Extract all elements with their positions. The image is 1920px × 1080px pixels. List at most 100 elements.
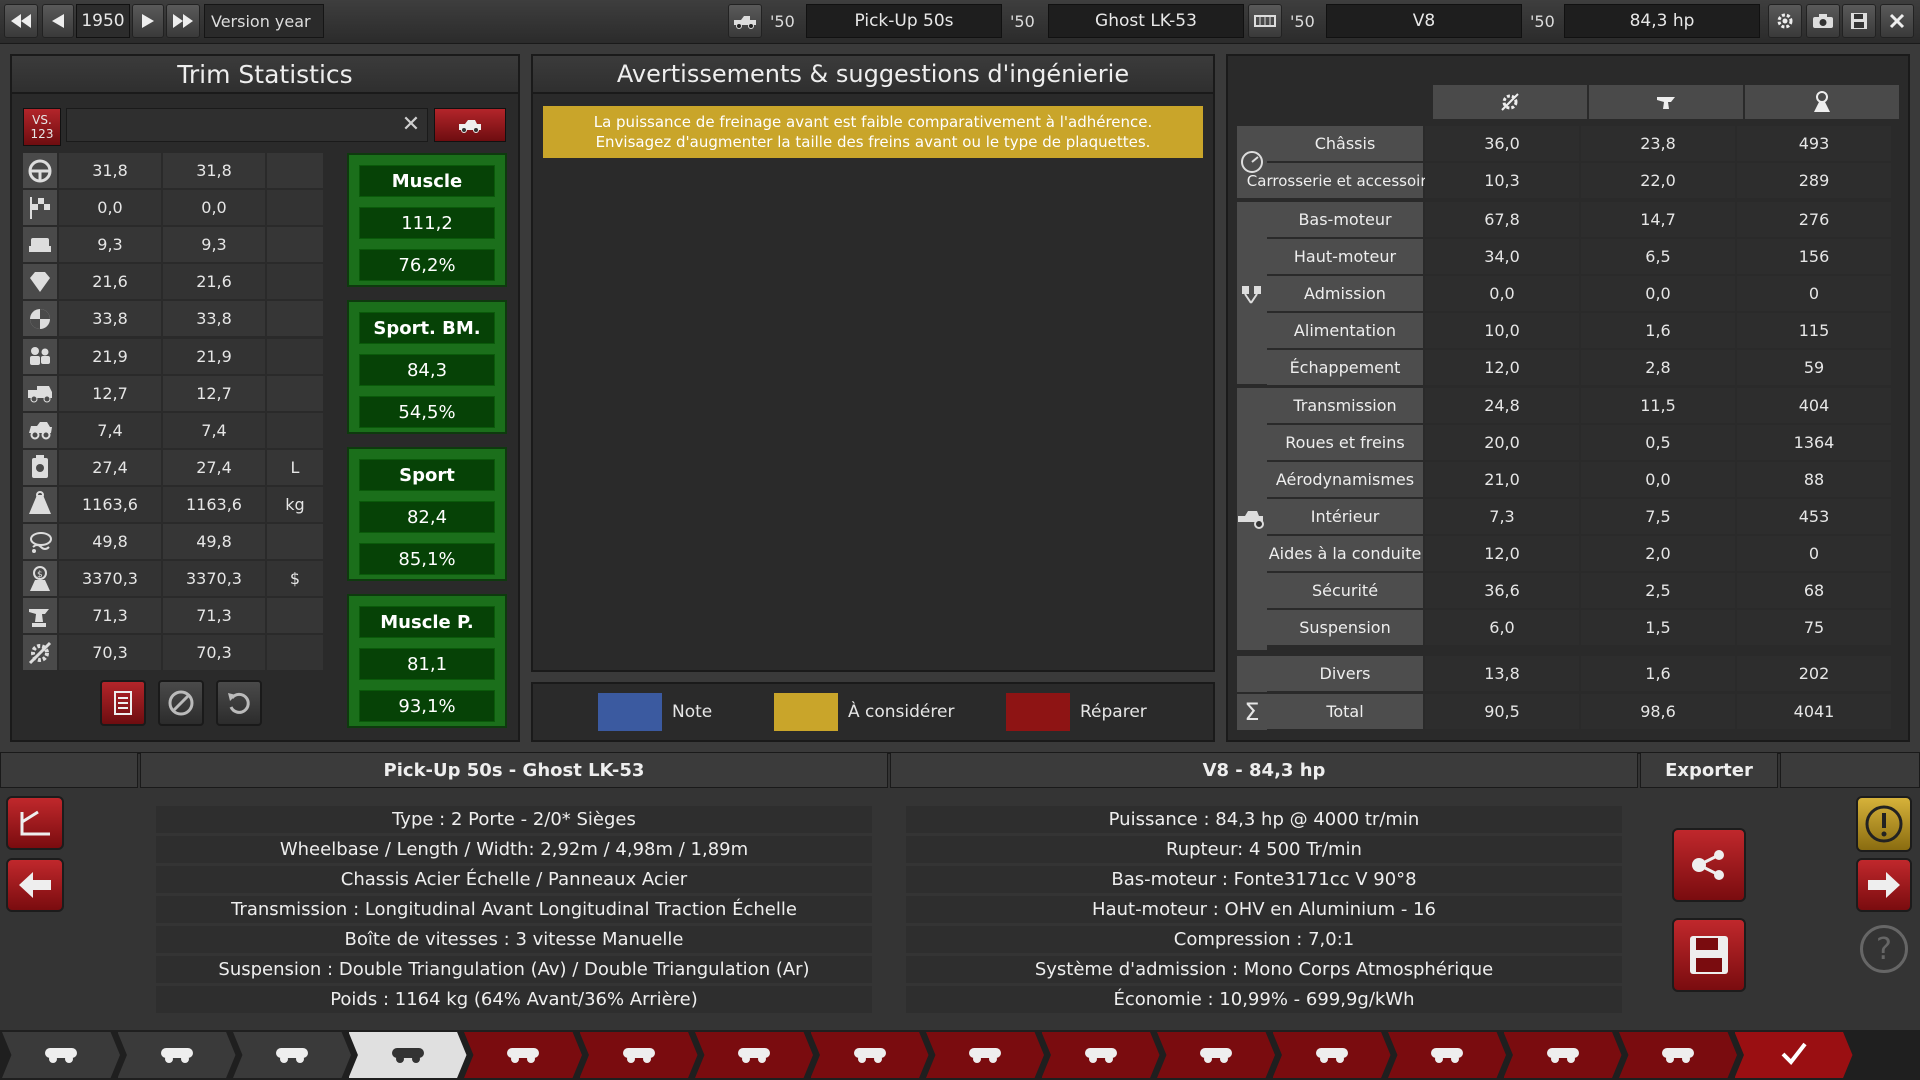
cost-value-c: 75: [1737, 610, 1891, 645]
cost-row: Bas-moteur 67,8 14,7 276: [1267, 202, 1893, 237]
report-button[interactable]: [100, 680, 146, 726]
step-tab-driving-aids[interactable]: [1388, 1032, 1506, 1078]
cost-value-b: 2,8: [1581, 350, 1735, 385]
warning-item[interactable]: La puissance de freinage avant est faibl…: [543, 106, 1203, 158]
save-button[interactable]: [1842, 4, 1876, 38]
warning-line-1: La puissance de freinage avant est faibl…: [593, 113, 1153, 131]
trim-stats-table: 31,8 31,8 0,0 0,0 9,3 9,3 21,6 21,6 33,8 33,8 21,9…: [13, 153, 353, 673]
step-tab-wheels[interactable]: [926, 1032, 1044, 1078]
cost-value-a: 12,0: [1425, 350, 1579, 385]
step-tab-engine[interactable]: [233, 1032, 351, 1078]
step-tab-fuel-system[interactable]: [695, 1032, 813, 1078]
variant-name-field[interactable]: 84,3 hp: [1564, 4, 1760, 38]
legend-note-label: Note: [672, 702, 713, 722]
disable-button[interactable]: [158, 680, 204, 726]
step-tab-aero[interactable]: [1157, 1032, 1275, 1078]
step-tab-chassis[interactable]: [117, 1032, 236, 1078]
last-year-button[interactable]: [166, 4, 200, 38]
market-card[interactable]: Muscle 111,2 76,2%: [347, 153, 507, 287]
step-tab-exhaust[interactable]: [810, 1032, 929, 1078]
cost-row-label: Divers: [1267, 656, 1423, 691]
step-tab-interior[interactable]: [1272, 1032, 1391, 1078]
stat-value-compare: 31,8: [163, 153, 267, 188]
step-tab-body[interactable]: [348, 1032, 467, 1078]
engine-name-field[interactable]: V8: [1326, 4, 1522, 38]
trim-stat-row: 31,8 31,8: [23, 153, 345, 188]
stat-unit: [267, 598, 325, 634]
prev-year-button[interactable]: [42, 4, 74, 38]
reset-button[interactable]: [216, 680, 262, 726]
step-tab-suspension[interactable]: [1503, 1032, 1622, 1078]
year-field[interactable]: 1950: [76, 4, 130, 38]
share-export-button[interactable]: [1672, 828, 1746, 902]
step-tab-test-track[interactable]: [1619, 1032, 1737, 1078]
export-save-button[interactable]: [1672, 918, 1746, 992]
anvil-icon: [1657, 97, 1675, 109]
screenshot-button[interactable]: [1806, 4, 1840, 38]
engine-select-button[interactable]: [1248, 4, 1282, 38]
group-misc: [1237, 656, 1267, 692]
market-card[interactable]: Sport. BM. 84,3 54,5%: [347, 300, 507, 434]
step-tab-engine-tune[interactable]: [579, 1032, 698, 1078]
compare-search-input[interactable]: [66, 108, 428, 142]
market-score: 84,3: [359, 354, 495, 386]
wheels-icon: [963, 1040, 1007, 1070]
market-card[interactable]: Muscle P. 81,1 93,1%: [347, 594, 507, 728]
gear-icon: [1777, 13, 1793, 29]
market-card[interactable]: Sport 82,4 85,1%: [347, 447, 507, 581]
cost-value-a: 10,0: [1425, 313, 1579, 348]
back-to-chassis-button[interactable]: [6, 796, 64, 850]
warnings-toggle-button[interactable]: [1856, 796, 1912, 852]
cost-row-label: Roues et freins: [1267, 425, 1423, 460]
fuel-can-icon: [23, 449, 59, 485]
cost-row-label: Alimentation: [1267, 313, 1423, 348]
production-time-header: [1589, 85, 1743, 119]
stat-unit: kg: [267, 486, 325, 522]
step-tab-brakes[interactable]: [1041, 1032, 1160, 1078]
stat-value-compare: 21,6: [163, 264, 267, 300]
select-compare-car-button[interactable]: [434, 108, 506, 142]
trim-stat-row: 49,8 49,8: [23, 524, 345, 559]
cargo-icon: [23, 375, 59, 411]
step-tab-trim[interactable]: [464, 1032, 582, 1078]
cost-value-b: 2,5: [1581, 573, 1735, 608]
car-folder-icon: [459, 120, 481, 133]
left-header-blank: [0, 752, 138, 788]
step-tab-car[interactable]: [2, 1032, 120, 1078]
previous-step-button[interactable]: [6, 858, 64, 912]
next-year-button[interactable]: [132, 4, 164, 38]
cost-row: Intérieur 7,3 7,5 453: [1267, 499, 1893, 534]
warning-line-2: Envisagez d'augmenter la taille des frei…: [595, 133, 1151, 151]
cost-value-c: 0: [1737, 276, 1891, 311]
engine-summary-line: Compression : 7,0:1: [906, 926, 1622, 953]
cost-row-label: Haut-moteur: [1267, 239, 1423, 274]
trim-name-field[interactable]: Ghost LK-53: [1048, 4, 1244, 38]
step-tab-finish[interactable]: [1734, 1032, 1853, 1078]
clear-search-button[interactable]: ✕: [400, 112, 422, 137]
wrench-gear-icon: [1501, 93, 1519, 111]
skip-back-icon: [11, 14, 31, 28]
chassis-icon: [155, 1040, 199, 1070]
stat-value-compare: 21,9: [163, 338, 267, 374]
trim-stat-row: 0,0 0,0: [23, 190, 345, 226]
model-select-button[interactable]: [728, 4, 762, 38]
help-button[interactable]: ?: [1860, 925, 1908, 973]
variant-year-label: '50: [1530, 11, 1555, 31]
cost-row-label: Châssis: [1267, 126, 1423, 161]
exhaust-icon: [848, 1040, 892, 1070]
warnings-title: Avertissements & suggestions d'ingénieri…: [533, 56, 1213, 94]
next-step-button[interactable]: [1856, 858, 1912, 912]
first-year-button[interactable]: [4, 4, 38, 38]
cost-value-b: 1,6: [1581, 313, 1735, 348]
cost-value-c: 4041: [1737, 694, 1891, 729]
market-pct: 85,1%: [359, 543, 495, 575]
market-name: Muscle P.: [359, 606, 495, 638]
settings-button[interactable]: [1768, 4, 1802, 38]
model-name-field[interactable]: Pick-Up 50s: [806, 4, 1002, 38]
stat-value-compare: 12,7: [163, 375, 267, 411]
vs-compare-button[interactable]: VS. 123: [23, 108, 61, 146]
offroad-icon: [23, 412, 59, 448]
close-button[interactable]: [1880, 4, 1914, 38]
cost-row: Aides à la conduite 12,0 2,0 0: [1267, 536, 1893, 571]
engine-icon: [270, 1040, 314, 1070]
